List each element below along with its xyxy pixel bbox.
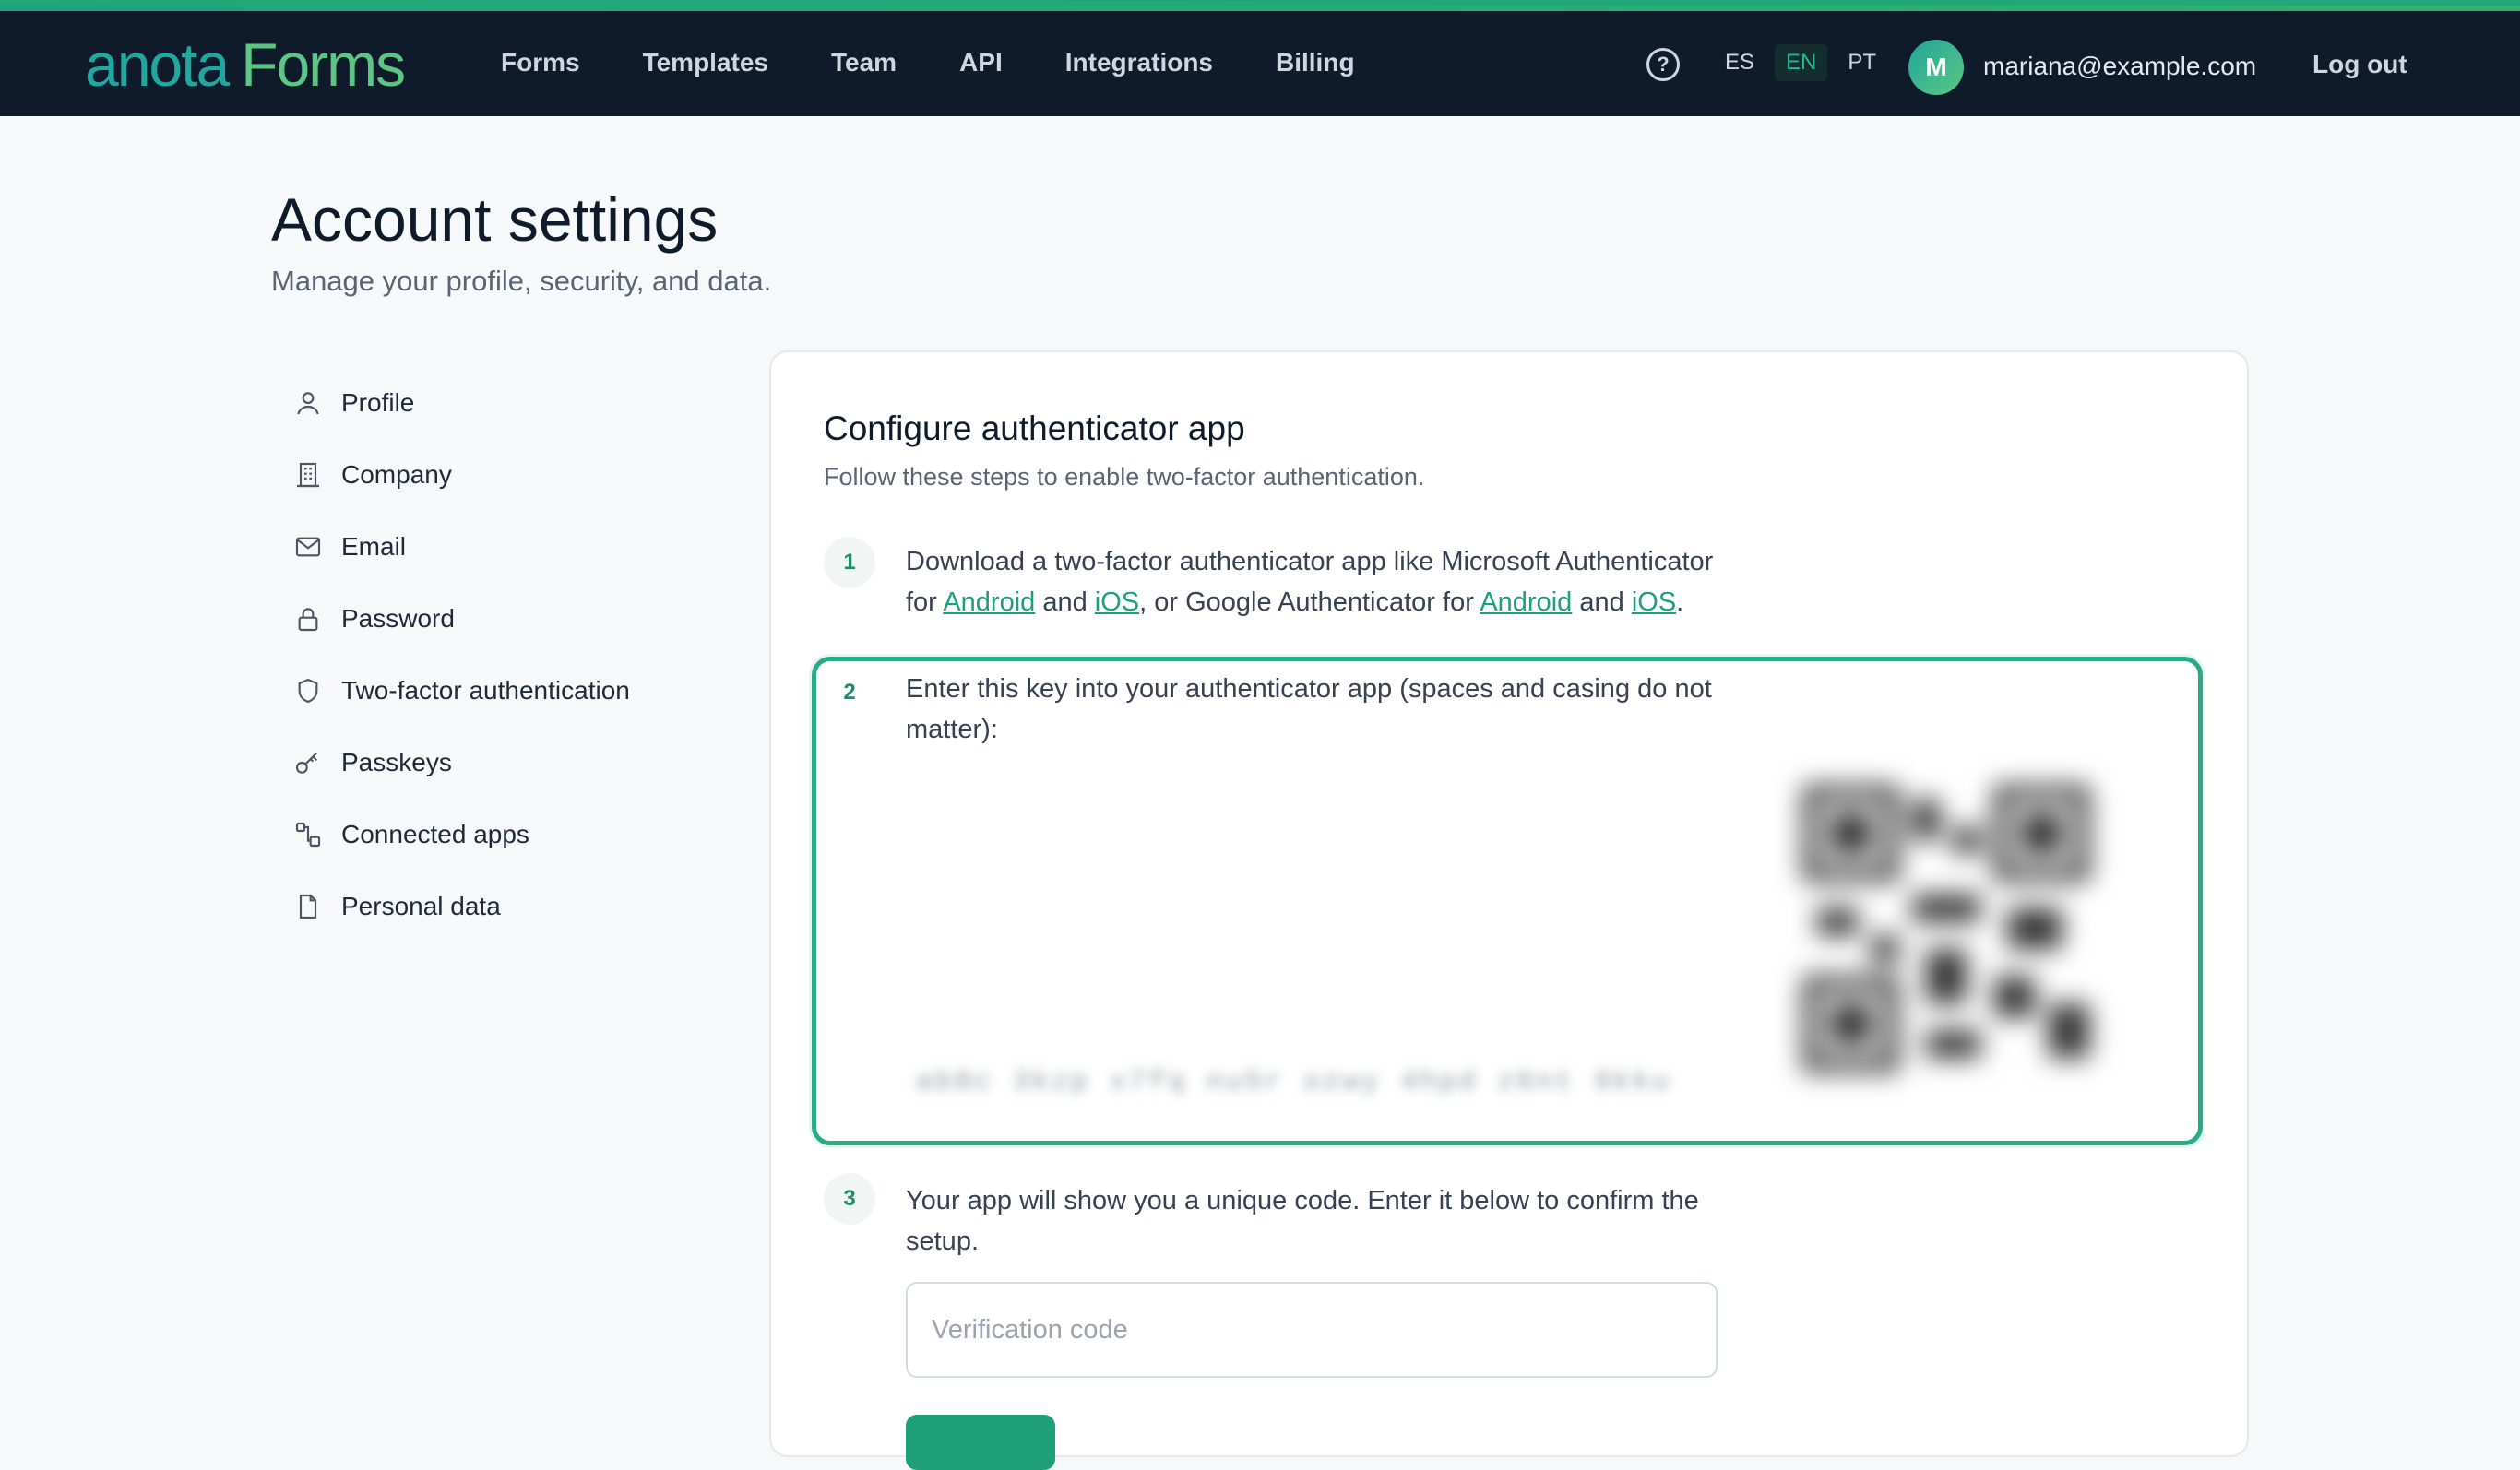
question-circle-icon[interactable]: ?: [1646, 48, 1680, 81]
sidebar-item-label: Two-factor authentication: [341, 676, 630, 705]
step-1-or-google: , or Google Authenticator for: [1139, 587, 1474, 617]
sidebar-item-personal-data[interactable]: Personal data: [293, 871, 699, 942]
sidebar-item-label: Profile: [341, 388, 415, 417]
verification-code-input[interactable]: [906, 1282, 1718, 1378]
key-icon: [295, 752, 318, 774]
secret-key: ab8c 3kzp x7fq nu5r ozwy 4hpd z6nt 9kku: [916, 1067, 1672, 1098]
lang-es[interactable]: ES: [1714, 44, 1765, 81]
confirm-button[interactable]: [906, 1415, 1055, 1470]
card-subtitle: Follow these steps to enable two-factor …: [824, 463, 1425, 491]
sidebar-item-label: Passkeys: [341, 748, 452, 776]
nav-billing[interactable]: Billing: [1276, 48, 1355, 77]
qr-code-image: [1803, 786, 2089, 1072]
sidebar-item-email[interactable]: Email: [293, 511, 699, 583]
sidebar-item-label: Email: [341, 532, 407, 561]
step-1-period: .: [1676, 587, 1684, 617]
navbar-inner: anota Forms Forms Templates Team API Int…: [0, 11, 2520, 116]
step-2-badge: 2: [824, 667, 875, 718]
step-3-badge: 3: [824, 1173, 875, 1225]
shield-icon: [298, 678, 318, 704]
step-1-and-2: and: [1579, 587, 1624, 617]
lang-en[interactable]: EN: [1775, 44, 1828, 81]
logo-part-anota: anota: [85, 30, 230, 99]
building-icon: [297, 462, 319, 488]
link-icon: [295, 822, 321, 848]
sidebar-item-label: Personal data: [341, 892, 501, 920]
step-1-and: and: [1042, 587, 1088, 617]
sidebar-item-label: Connected apps: [341, 820, 529, 848]
nav-integrations[interactable]: Integrations: [1065, 48, 1213, 77]
nav-forms[interactable]: Forms: [501, 48, 580, 77]
nav-api[interactable]: API: [959, 48, 1003, 77]
lang-pt[interactable]: PT: [1837, 44, 1887, 81]
sidebar-item-two-factor[interactable]: Two-factor authentication: [293, 655, 699, 727]
lock-icon: [298, 608, 318, 632]
sidebar-item-label: Company: [341, 460, 452, 489]
page-title: Account settings: [271, 185, 719, 254]
file-icon: [299, 894, 317, 919]
top-navbar: anota Forms Forms Templates Team API Int…: [0, 0, 2520, 116]
link-android-microsoft[interactable]: Android: [943, 587, 1035, 617]
step-1-text: Download a two-factor authenticator app …: [906, 541, 1791, 622]
user-icon: [297, 392, 319, 415]
envelope-icon: [295, 537, 321, 557]
card-title: Configure authenticator app: [824, 409, 1245, 447]
sidebar-item-company[interactable]: Company: [293, 439, 699, 511]
logo-part-forms: Forms: [241, 30, 406, 99]
main-nav: Forms Templates Team API Integrations Bi…: [501, 48, 1418, 77]
avatar[interactable]: M: [1908, 40, 1964, 95]
language-switcher: ES EN PT: [1714, 44, 1887, 81]
sidebar-item-connected-apps[interactable]: Connected apps: [293, 799, 699, 871]
link-ios-microsoft[interactable]: iOS: [1095, 587, 1139, 617]
step-2-highlight: 2 Enter this key into your authenticator…: [812, 657, 2203, 1145]
step-1-badge: 1: [824, 537, 875, 588]
authenticator-setup-card: Configure authenticator app Follow these…: [769, 350, 2249, 1470]
link-ios-google[interactable]: iOS: [1632, 587, 1676, 617]
step-1-for: for: [906, 587, 937, 617]
step-2-text: Enter this key into your authenticator a…: [906, 674, 1712, 744]
logo[interactable]: anota Forms: [85, 30, 406, 100]
sidebar-item-label: Password: [341, 604, 455, 633]
settings-sidebar: Profile Company Email Password Two-facto…: [293, 367, 699, 942]
nav-templates[interactable]: Templates: [643, 48, 768, 77]
sidebar-item-password[interactable]: Password: [293, 583, 699, 655]
nav-team[interactable]: Team: [831, 48, 897, 77]
logout-button[interactable]: Log out: [2312, 50, 2407, 79]
step-1-line1: Download a two-factor authenticator app …: [906, 547, 1714, 576]
user-email[interactable]: mariana@example.com: [1983, 52, 2256, 81]
step-3-text: Your app will show you a unique code. En…: [906, 1186, 1699, 1256]
page-subtitle: Manage your profile, security, and data.: [271, 265, 772, 297]
sidebar-item-profile[interactable]: Profile: [293, 367, 699, 439]
link-android-google[interactable]: Android: [1480, 587, 1572, 617]
sidebar-item-passkeys[interactable]: Passkeys: [293, 727, 699, 799]
